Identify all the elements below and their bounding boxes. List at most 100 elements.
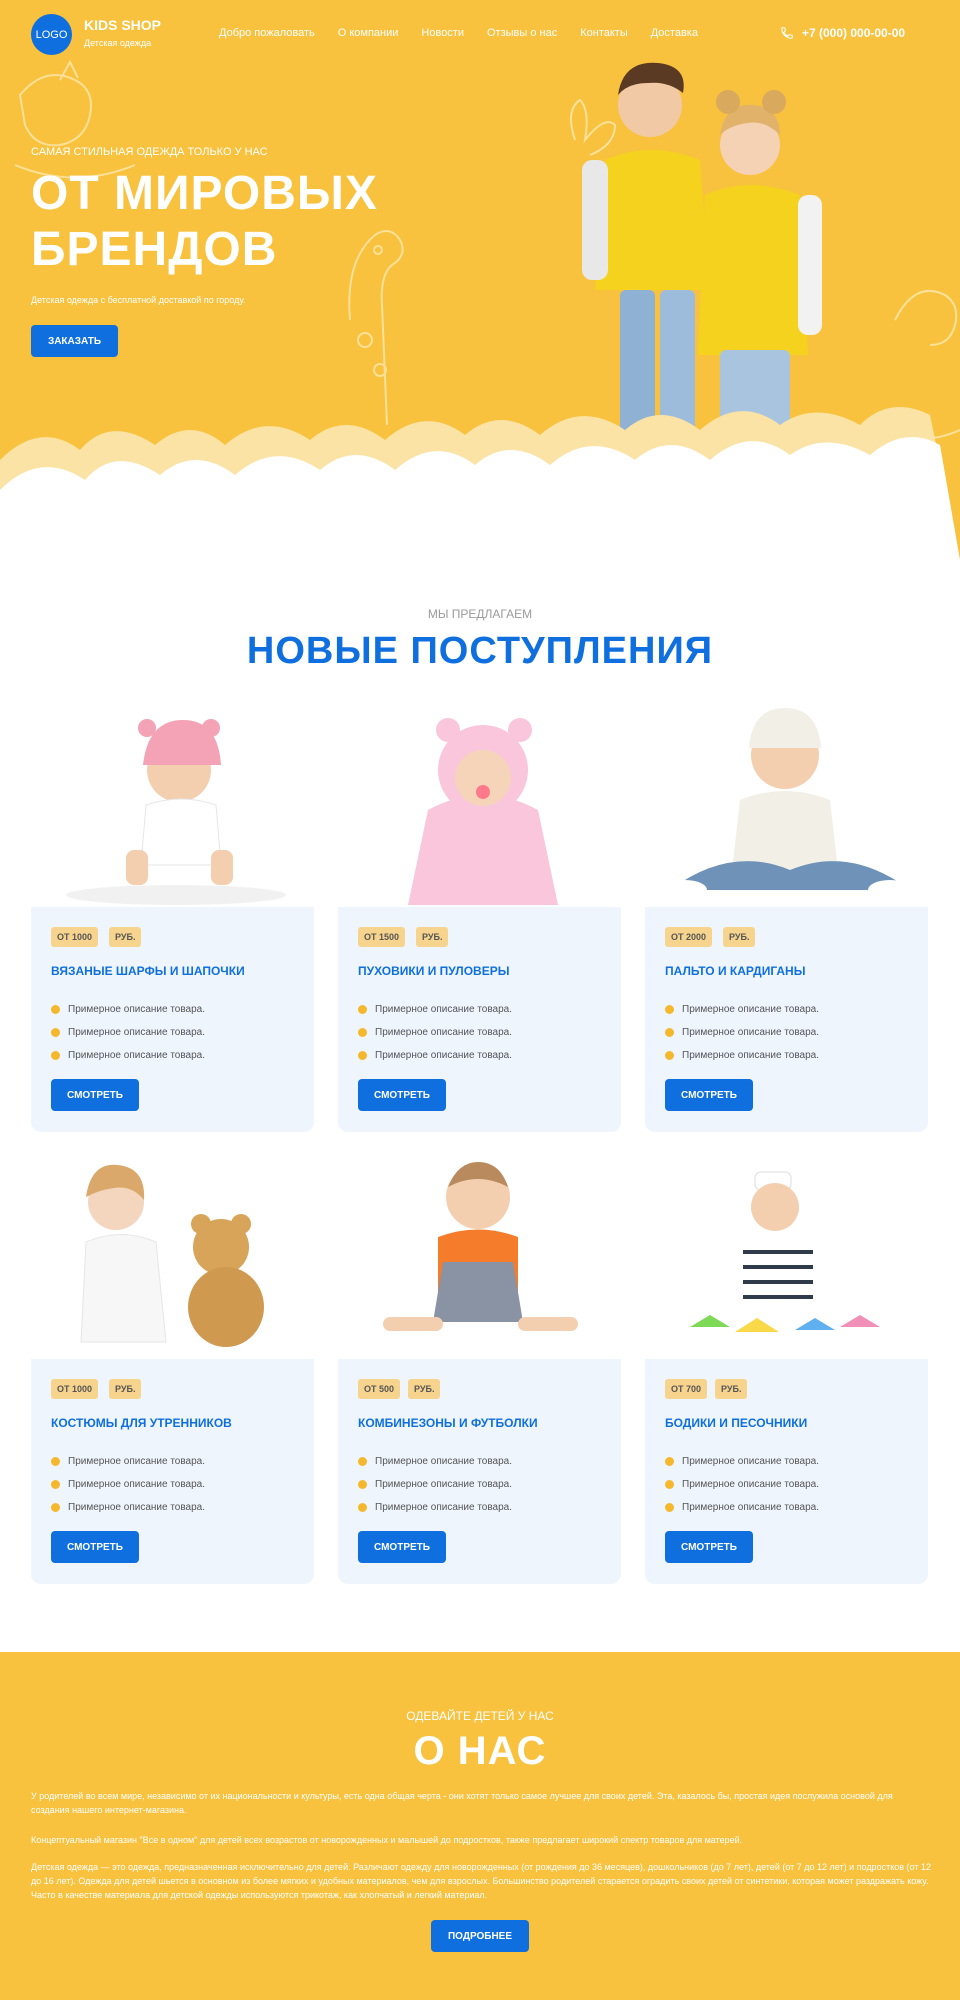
feature-item: Примерное описание товара. — [665, 1027, 819, 1038]
product-info: ОТ 1000 РУБ. ВЯЗАНЫЕ ШАРФЫ И ШАПОЧКИ При… — [31, 907, 314, 1132]
brand-subtitle: Детская одежда — [84, 38, 152, 48]
about-paragraph: Концептуальный магазин "Все в одном" для… — [31, 1835, 743, 1845]
phone-icon — [781, 27, 793, 39]
currency-badge: РУБ. — [408, 1379, 441, 1399]
brand-name: KIDS SHOP — [84, 17, 162, 33]
feature-item: Примерное описание товара. — [358, 1479, 512, 1490]
hero-title: ОТ МИРОВЫХ БРЕНДОВ — [31, 166, 471, 278]
feature-text: Примерное описание товара. — [682, 1004, 820, 1015]
menu-item-company[interactable]: О компании — [338, 27, 399, 39]
view-button[interactable]: СМОТРЕТЬ — [665, 1079, 753, 1111]
menu-item-delivery[interactable]: Доставка — [651, 27, 698, 39]
phone-number: +7 (000) 000-00-00 — [802, 26, 906, 40]
product-title: ВЯЗАНЫЕ ШАРФЫ И ШАПОЧКИ — [51, 964, 245, 978]
logo[interactable]: LOGO — [31, 14, 72, 55]
feature-item: Примерное описание товара. — [51, 1027, 205, 1038]
bullet-dot-icon — [358, 1051, 367, 1060]
menu-item-news[interactable]: Новости — [421, 27, 464, 39]
product-card: ОТ 1000 РУБ. ВЯЗАНЫЕ ШАРФЫ И ШАПОЧКИ При… — [31, 700, 314, 1132]
feature-item: Примерное описание товара. — [51, 1479, 205, 1490]
product-title: БОДИКИ И ПЕСОЧНИКИ — [665, 1416, 808, 1430]
product-title: ПАЛЬТО И КАРДИГАНЫ — [665, 964, 806, 978]
feature-text: Примерное описание товара. — [682, 1027, 820, 1038]
bullet-dot-icon — [51, 1457, 60, 1466]
bullet-dot-icon — [51, 1503, 60, 1512]
feature-text: Примерное описание товара. — [375, 1004, 513, 1015]
bullet-dot-icon — [51, 1005, 60, 1014]
product-photo — [338, 1152, 621, 1359]
menu-item-welcome[interactable]: Добро пожаловать — [219, 27, 315, 39]
product-title: КОСТЮМЫ ДЛЯ УТРЕННИКОВ — [51, 1416, 232, 1430]
feature-item: Примерное описание товара. — [358, 1050, 512, 1061]
product-info: ОТ 500 РУБ. КОМБИНЕЗОНЫ И ФУТБОЛКИ Приме… — [338, 1359, 621, 1584]
feature-text: Примерное описание товара. — [68, 1050, 206, 1061]
feature-item: Примерное описание товара. — [665, 1004, 819, 1015]
feature-text: Примерное описание товара. — [375, 1502, 513, 1513]
view-button[interactable]: СМОТРЕТЬ — [51, 1079, 139, 1111]
feature-text: Примерное описание товара. — [68, 1479, 206, 1490]
feature-text: Примерное описание товара. — [682, 1050, 820, 1061]
bullet-dot-icon — [665, 1480, 674, 1489]
product-card: ОТ 1000 РУБ. КОСТЮМЫ ДЛЯ УТРЕННИКОВ Прим… — [31, 1152, 314, 1584]
boy-sailor-suit-photo — [690, 1171, 880, 1332]
hero-title-line1: ОТ МИРОВЫХ — [31, 167, 378, 220]
product-photo — [645, 1152, 928, 1359]
girl-with-teddy-bear-photo — [80, 1164, 264, 1347]
feature-item: Примерное описание товара. — [665, 1456, 819, 1467]
feature-text: Примерное описание товара. — [68, 1502, 206, 1513]
phone-link[interactable]: +7 (000) 000-00-00 — [780, 26, 905, 40]
about-kicker: ОДЕВАЙТЕ ДЕТЕЙ У НАС — [406, 1709, 554, 1723]
product-photo — [31, 700, 314, 907]
hero-title-line2: БРЕНДОВ — [31, 223, 278, 276]
baby-coat-photo — [663, 708, 912, 900]
feature-item: Примерное описание товара. — [358, 1027, 512, 1038]
price-badge: ОТ 2000 — [665, 927, 713, 947]
baby-overalls-photo — [383, 1162, 578, 1331]
bullet-dot-icon — [665, 1005, 674, 1014]
feature-text: Примерное описание товара. — [68, 1456, 206, 1467]
feature-item: Примерное описание товара. — [51, 1502, 205, 1513]
logo-text: LOGO — [35, 28, 68, 41]
view-button[interactable]: СМОТРЕТЬ — [665, 1531, 753, 1563]
feature-text: Примерное описание товара. — [375, 1456, 513, 1467]
view-button[interactable]: СМОТРЕТЬ — [51, 1531, 139, 1563]
bullet-dot-icon — [358, 1503, 367, 1512]
about-paragraph: У родителей во всем мире, независимо от … — [31, 1791, 893, 1815]
currency-badge: РУБ. — [109, 927, 142, 947]
menu-item-reviews[interactable]: Отзывы о нас — [487, 27, 557, 39]
price-badge: ОТ 500 — [358, 1379, 401, 1399]
baby-pink-jacket-photo — [408, 718, 558, 905]
order-button[interactable]: ЗАКАЗАТЬ — [31, 325, 118, 357]
price-badge: ОТ 1500 — [358, 927, 406, 947]
about-section: ОДЕВАЙТЕ ДЕТЕЙ У НАС О НАС У родителей в… — [0, 1652, 960, 2000]
bullet-dot-icon — [665, 1503, 674, 1512]
bullet-dot-icon — [51, 1051, 60, 1060]
bullet-dot-icon — [51, 1480, 60, 1489]
hero-kicker: САМАЯ СТИЛЬНАЯ ОДЕЖДА ТОЛЬКО У НАС — [31, 146, 268, 158]
hero-section: LOGO KIDS SHOP Детская одежда Добро пожа… — [0, 0, 960, 560]
about-paragraph: Детская одежда — это одежда, предназначе… — [31, 1862, 931, 1900]
currency-badge: РУБ. — [723, 927, 756, 947]
product-card: ОТ 500 РУБ. КОМБИНЕЗОНЫ И ФУТБОЛКИ Приме… — [338, 1152, 621, 1584]
currency-badge: РУБ. — [715, 1379, 748, 1399]
product-card: ОТ 700 РУБ. БОДИКИ И ПЕСОЧНИКИ Примерное… — [645, 1152, 928, 1584]
view-button[interactable]: СМОТРЕТЬ — [358, 1079, 446, 1111]
product-photo — [338, 700, 621, 907]
more-button[interactable]: ПОДРОБНЕЕ — [431, 1920, 529, 1952]
feature-text: Примерное описание товара. — [375, 1479, 513, 1490]
view-button[interactable]: СМОТРЕТЬ — [358, 1531, 446, 1563]
feature-text: Примерное описание товара. — [682, 1456, 820, 1467]
feature-text: Примерное описание товара. — [682, 1479, 820, 1490]
feature-item: Примерное описание товара. — [51, 1050, 205, 1061]
product-photo — [645, 700, 928, 907]
bullet-dot-icon — [665, 1457, 674, 1466]
menu-item-contacts[interactable]: Контакты — [580, 27, 628, 39]
bullet-dot-icon — [665, 1051, 674, 1060]
bullet-dot-icon — [358, 1457, 367, 1466]
product-info: ОТ 1000 РУБ. КОСТЮМЫ ДЛЯ УТРЕННИКОВ Прим… — [31, 1359, 314, 1584]
feature-item: Примерное описание товара. — [358, 1502, 512, 1513]
price-badge: ОТ 1000 — [51, 1379, 99, 1399]
product-photo — [31, 1152, 314, 1359]
section-kicker: МЫ ПРЕДЛАГАЕМ — [427, 607, 533, 621]
feature-item: Примерное описание товара. — [51, 1456, 205, 1467]
